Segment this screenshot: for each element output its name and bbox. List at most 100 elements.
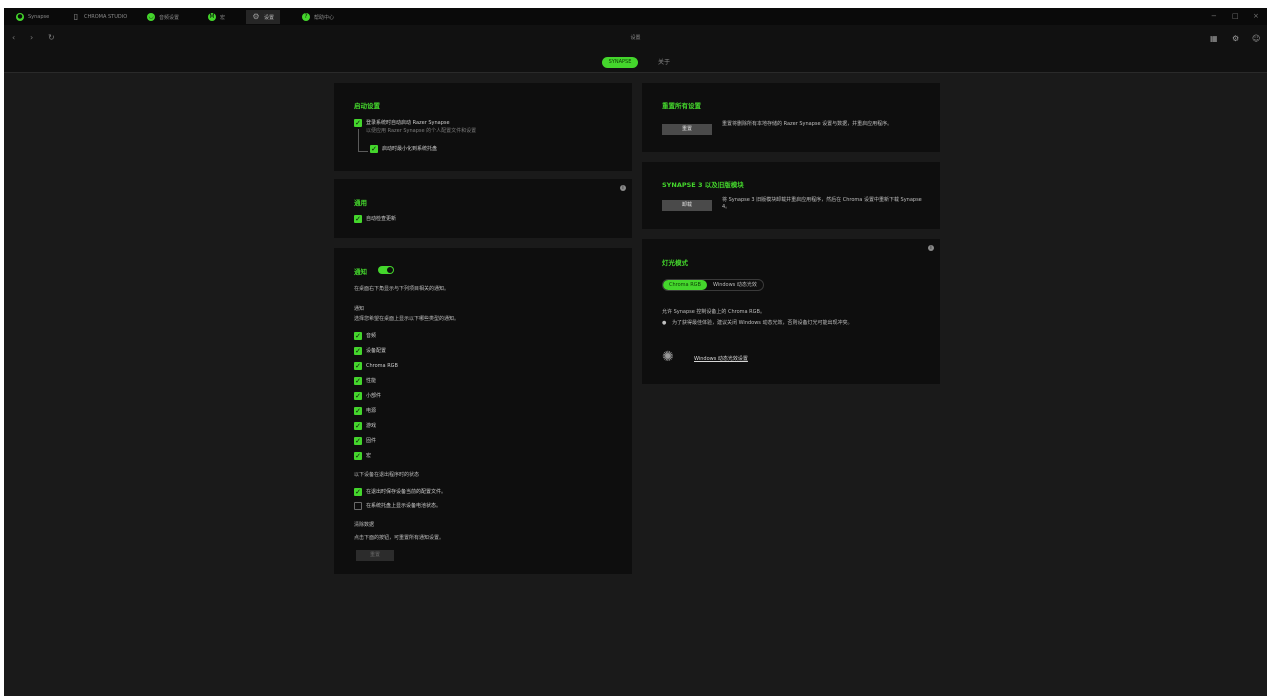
option-label: 宏 [366, 453, 372, 459]
close-icon[interactable]: × [1253, 12, 1259, 20]
info-icon[interactable]: i [620, 185, 626, 191]
tab-label: 帮助中心 [314, 14, 335, 21]
lighting-heading: 灯光模式 [662, 259, 688, 267]
tab-label: 设置 [264, 14, 275, 21]
general-option-1[interactable]: ✓ 自动检查更新 [354, 215, 554, 224]
notifications-description: 在桌面右下角显示与下列项目相关的通知。 [354, 286, 450, 292]
page-title: 设置 [630, 35, 641, 41]
loading-spinner-icon: ✺ [662, 349, 674, 365]
tab-audio[interactable]: ◡ 音频设置 [141, 10, 185, 24]
option-label: Chroma RGB [366, 363, 398, 369]
checkbox-checked[interactable]: ✓ [354, 377, 362, 385]
notify-option-widgets[interactable]: ✓ 小部件 [354, 392, 554, 401]
tab-label: Synapse [28, 14, 50, 20]
lighting-option-windows[interactable]: Windows 动态光效 [707, 280, 763, 290]
lighting-description: 允许 Synapse 控制设备上的 Chroma RGB。 [662, 309, 765, 315]
app-window: ● Synapse ▯ CHROMA STUDIO ◡ 音频设置 M 宏 ⚙ 设… [4, 8, 1267, 696]
exit-state-heading: 以下设备在退出程序时的状态 [354, 472, 420, 478]
checkbox-checked[interactable]: ✓ [354, 452, 362, 460]
notify-option-chroma[interactable]: ✓ Chroma RGB [354, 362, 554, 371]
checkbox-checked[interactable]: ✓ [354, 488, 362, 496]
clear-data-description: 点击下面的按钮，可重置所有通知设置。 [354, 535, 445, 541]
option-label: 音频 [366, 333, 377, 339]
headset-icon: ◡ [147, 13, 155, 21]
synapse3-description: 将 Synapse 3 旧版模块卸载并重启应用程序，然后在 Chroma 设置中… [722, 197, 922, 210]
checkbox-checked[interactable]: ✓ [354, 215, 362, 223]
checkbox-unchecked[interactable]: ✓ [354, 502, 362, 510]
help-icon: ? [302, 13, 310, 21]
tab-help[interactable]: ? 帮助中心 [296, 10, 340, 24]
subtab-synapse[interactable]: SYNAPSE [602, 57, 638, 68]
subtab-about[interactable]: 关于 [658, 58, 670, 68]
clear-data-heading: 清除数据 [354, 522, 375, 528]
grid-icon[interactable]: ▦ [1210, 34, 1218, 44]
checkbox-checked[interactable]: ✓ [354, 422, 362, 430]
notify-option-performance[interactable]: ✓ 性能 [354, 377, 554, 386]
tab-label: CHROMA STUDIO [84, 14, 128, 20]
uninstall-button[interactable]: 卸载 [662, 200, 712, 211]
option-label: 启动时最小化到系统托盘 [382, 146, 438, 152]
checkbox-checked[interactable]: ✓ [354, 362, 362, 370]
checkbox-checked[interactable]: ✓ [354, 407, 362, 415]
option-label: 在系统托盘上显示设备电池状态。 [366, 503, 442, 509]
settings-icon[interactable]: ⚙ [1232, 34, 1239, 44]
exit-option-battery-status[interactable]: ✓ 在系统托盘上显示设备电池状态。 [354, 502, 614, 511]
notifications-toggle[interactable] [378, 266, 394, 274]
notify-option-games[interactable]: ✓ 游戏 [354, 422, 554, 431]
notify-option-power[interactable]: ✓ 电源 [354, 407, 554, 416]
lighting-card: i 灯光模式 Chroma RGB Windows 动态光效 允许 Synaps… [642, 239, 940, 384]
checkbox-checked[interactable]: ✓ [354, 332, 362, 340]
tab-macro[interactable]: M 宏 [202, 10, 231, 24]
tab-chroma-studio[interactable]: ▯ CHROMA STUDIO [66, 10, 133, 24]
info-icon[interactable]: i [928, 245, 934, 251]
option-label: 在退出时保存设备当前的配置文件。 [366, 489, 447, 495]
lighting-option-chroma[interactable]: Chroma RGB [663, 280, 707, 290]
startup-option-2[interactable]: ✓ 启动时最小化到系统托盘 [370, 145, 570, 154]
option-label: 设备配置 [366, 348, 387, 354]
maximize-icon[interactable]: □ [1232, 12, 1239, 20]
tab-settings[interactable]: ⚙ 设置 [246, 10, 281, 24]
windows-lighting-link[interactable]: Windows 动态光效设置 [694, 355, 748, 362]
checkbox-checked[interactable]: ✓ [354, 392, 362, 400]
general-card: i 通用 ✓ 自动检查更新 [334, 179, 632, 238]
bullet-icon: ● [662, 320, 667, 326]
notifications-sub-description: 选择您希望在桌面上显示以下哪些类型的通知。 [354, 316, 460, 322]
notifications-heading: 通知 [354, 268, 367, 276]
checkbox-checked[interactable]: ✓ [354, 347, 362, 355]
notify-option-macro[interactable]: ✓ 宏 [354, 452, 554, 461]
toggle-knob [387, 267, 393, 273]
lighting-mode-selector: Chroma RGB Windows 动态光效 [662, 279, 764, 291]
sub-tabs: SYNAPSE 关于 [4, 53, 1267, 73]
notifications-card: 通知 在桌面右下角显示与下列项目相关的通知。 通知 选择您希望在桌面上显示以下哪… [334, 248, 632, 574]
option-label: 自动检查更新 [366, 216, 397, 222]
notify-option-firmware[interactable]: ✓ 固件 [354, 437, 554, 446]
option-label: 登录系统时自动启动 Razer Synapse [366, 120, 450, 126]
document-icon: ▯ [73, 12, 79, 21]
checkbox-checked[interactable]: ✓ [370, 145, 378, 153]
gear-icon: ⚙ [252, 12, 260, 21]
synapse3-heading: SYNAPSE 3 以及旧版模块 [662, 181, 744, 189]
startup-option-1[interactable]: ✓ 登录系统时自动启动 Razer Synapse [354, 119, 624, 128]
reset-notifications-button[interactable]: 重置 [356, 550, 394, 561]
notifications-sub-heading: 通知 [354, 306, 365, 312]
minimize-icon[interactable]: − [1211, 12, 1217, 20]
option-label: 性能 [366, 378, 377, 384]
option-label: 游戏 [366, 423, 377, 429]
exit-option-save-profile[interactable]: ✓ 在退出时保存设备当前的配置文件。 [354, 488, 614, 497]
option-label: 固件 [366, 438, 377, 444]
reset-settings-card: 重置所有设置 重置 重置将删除所有本地存储的 Razer Synapse 设置与… [642, 83, 940, 152]
tab-label: 宏 [220, 14, 226, 21]
checkbox-checked[interactable]: ✓ [354, 119, 362, 127]
razer-icon: ● [16, 13, 24, 21]
nav-bar: ‹ › ↻ 设置 ▦ ⚙ ☺ [4, 25, 1267, 53]
notify-option-device-config[interactable]: ✓ 设备配置 [354, 347, 554, 356]
macro-icon: M [208, 13, 216, 21]
reset-description: 重置将删除所有本地存储的 Razer Synapse 设置与数据，并重启应用程序… [722, 121, 893, 127]
reset-button[interactable]: 重置 [662, 124, 712, 135]
checkbox-checked[interactable]: ✓ [354, 437, 362, 445]
tab-synapse[interactable]: ● Synapse [10, 10, 55, 24]
notify-option-audio[interactable]: ✓ 音频 [354, 332, 554, 341]
synapse3-card: SYNAPSE 3 以及旧版模块 卸载 将 Synapse 3 旧版模块卸载并重… [642, 162, 940, 229]
general-heading: 通用 [354, 199, 367, 207]
profile-icon[interactable]: ☺ [1252, 34, 1260, 44]
